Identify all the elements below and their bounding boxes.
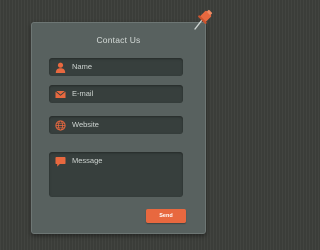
message-placeholder: Message	[72, 156, 103, 165]
user-icon	[55, 62, 66, 73]
message-field[interactable]: Message	[49, 152, 183, 197]
globe-icon	[55, 120, 66, 131]
form-title: Contact Us	[96, 35, 141, 45]
speech-bubble-icon	[55, 157, 66, 167]
envelope-icon	[55, 90, 66, 98]
push-pin-icon	[194, 9, 213, 30]
email-field[interactable]: E-mail	[49, 85, 183, 103]
website-placeholder: Website	[72, 120, 99, 129]
website-field[interactable]: Website	[49, 116, 183, 134]
send-button[interactable]: Send	[146, 209, 186, 223]
contact-form-card: Contact Us Name E-mail Website Message S…	[31, 22, 206, 234]
email-placeholder: E-mail	[72, 89, 94, 98]
name-placeholder: Name	[72, 62, 93, 71]
name-field[interactable]: Name	[49, 58, 183, 76]
